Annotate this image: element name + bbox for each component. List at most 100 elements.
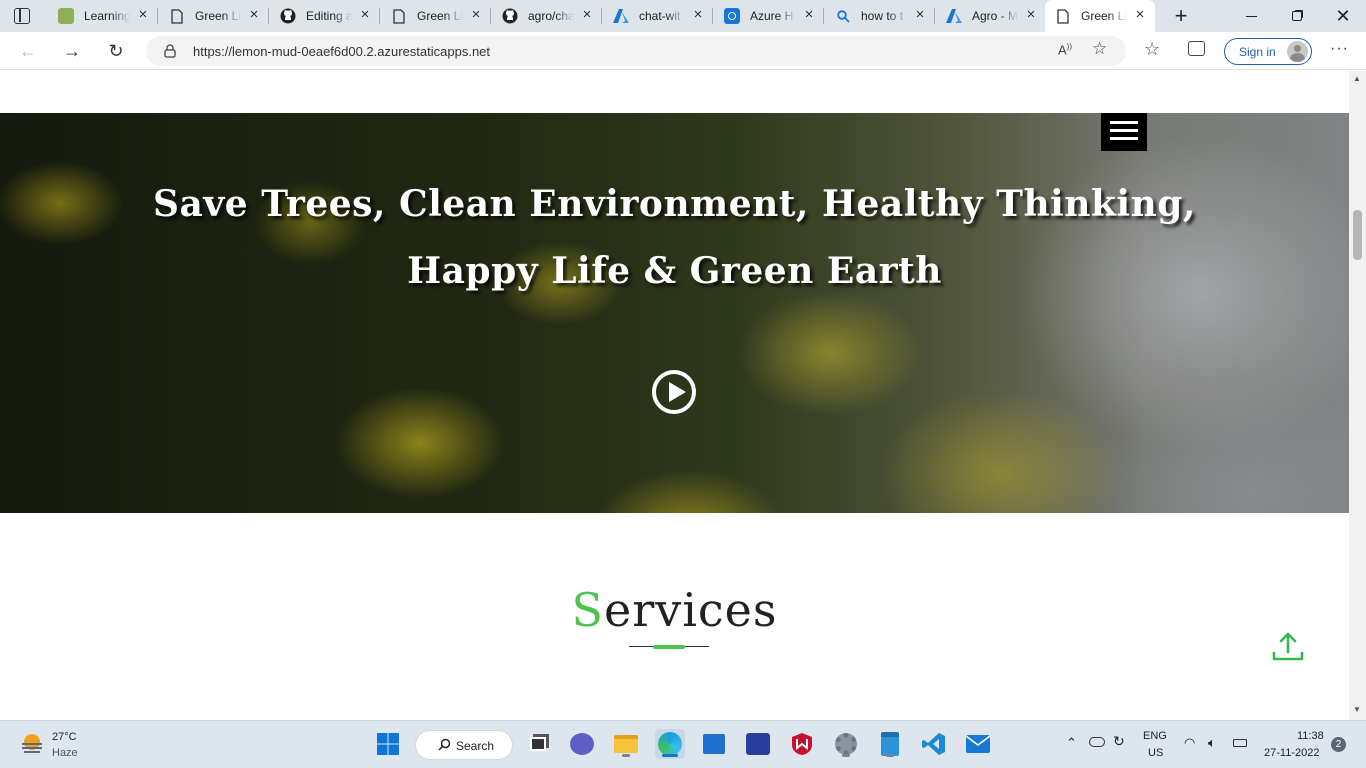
search-label: Search (456, 739, 495, 753)
tab-5[interactable]: agro/cha × (492, 0, 602, 32)
github-icon (502, 8, 518, 24)
close-tab-icon[interactable]: × (580, 7, 594, 22)
tab-actions-icon[interactable] (14, 8, 30, 24)
weather-widget[interactable] (20, 732, 44, 761)
tab-title: how to t (861, 9, 904, 23)
azure-icon (613, 8, 629, 24)
tab-title: chat-wit (639, 9, 681, 23)
play-icon[interactable] (652, 370, 696, 414)
scroll-up-arrow-icon[interactable]: ▲ (1353, 74, 1361, 83)
restore-button[interactable] (1274, 0, 1320, 32)
tab-title: Azure H (750, 9, 794, 23)
volume-icon[interactable]: 🔈︎ (1208, 735, 1216, 751)
heading-divider-accent (653, 645, 685, 649)
close-tab-icon[interactable]: × (247, 7, 261, 22)
weather-description: Haze (52, 747, 78, 759)
vscode-icon[interactable] (919, 729, 949, 759)
taskbar-search-box[interactable]: Search (415, 730, 513, 760)
tab-title: Green Li (417, 9, 463, 23)
language-indicator-bottom[interactable]: US (1148, 747, 1163, 759)
start-button[interactable] (373, 729, 403, 759)
sign-in-button[interactable]: Sign in (1224, 38, 1312, 65)
forward-button[interactable]: → (57, 36, 87, 66)
back-button[interactable]: ← (13, 36, 43, 66)
services-heading-accent: S (571, 583, 604, 637)
tab-10-active[interactable]: Green Li × (1045, 0, 1155, 32)
show-hidden-icons-chevron-icon[interactable]: ⌃ (1066, 735, 1077, 751)
close-tab-icon[interactable]: × (358, 7, 372, 22)
tab-2[interactable]: Green Li × (159, 0, 269, 32)
haze-weather-icon (22, 734, 42, 753)
tab-1[interactable]: Learning × (48, 0, 158, 32)
learning-favicon (58, 8, 74, 24)
close-window-button[interactable]: ✕ (1320, 0, 1366, 32)
clock-time[interactable]: 11:38 (1297, 730, 1324, 742)
tab-9[interactable]: Agro - M × (936, 0, 1046, 32)
mail-icon[interactable] (963, 729, 993, 759)
close-tab-icon[interactable]: × (1024, 7, 1038, 22)
url-text[interactable]: https://lemon-mud-0eaef6d00.2.azurestati… (193, 44, 490, 59)
tab-4[interactable]: Green Li × (381, 0, 491, 32)
file-explorer-icon[interactable] (611, 729, 641, 759)
weather-temperature: 27°C (52, 731, 77, 743)
github-icon (280, 8, 296, 24)
tab-title: Green Li (1081, 9, 1127, 23)
search-icon (438, 738, 451, 754)
close-tab-icon[interactable]: × (1133, 7, 1147, 22)
scroll-down-arrow-icon[interactable]: ▼ (1353, 705, 1361, 714)
tab-8[interactable]: how to t × (825, 0, 935, 32)
favorites-icon[interactable]: ☆ (1144, 39, 1160, 60)
address-bar[interactable]: https://lemon-mud-0eaef6d00.2.azurestati… (146, 36, 1126, 66)
edge-browser-icon[interactable] (655, 729, 685, 759)
clock-date[interactable]: 27-11-2022 (1264, 747, 1319, 759)
page-scrollbar[interactable]: ▲ ▼ (1349, 71, 1366, 720)
read-aloud-icon[interactable]: A)) (1058, 42, 1072, 57)
lock-icon[interactable] (164, 44, 176, 63)
microsoft-store-icon[interactable] (699, 729, 729, 759)
hamburger-menu-icon[interactable] (1101, 113, 1147, 151)
hero-headline-line-2: Happy Life & Green Earth (407, 250, 942, 292)
language-indicator-top[interactable]: ENG (1143, 730, 1167, 742)
sync-status-icon[interactable]: ↻ (1113, 733, 1125, 750)
scrollbar-thumb[interactable] (1353, 210, 1362, 260)
notification-count-badge[interactable]: 2 (1331, 737, 1346, 752)
tab-6[interactable]: chat-wit × (603, 0, 713, 32)
close-tab-icon[interactable]: × (469, 7, 483, 22)
tab-3[interactable]: Editing a × (270, 0, 380, 32)
page-icon (391, 8, 407, 24)
tab-title: Editing a (306, 9, 352, 23)
windows-logo-icon (377, 733, 399, 755)
tab-title: Learning (84, 9, 130, 23)
page-icon (169, 8, 185, 24)
add-favorite-icon[interactable]: ☆ (1092, 39, 1107, 59)
hero-overlay (0, 113, 1349, 513)
wifi-icon[interactable]: ◠ (1184, 735, 1195, 751)
search-icon (835, 8, 851, 24)
settings-gear-icon[interactable] (831, 729, 861, 759)
notepad-icon[interactable] (875, 729, 905, 759)
minimize-button[interactable] (1228, 0, 1274, 32)
close-tab-icon[interactable]: × (802, 7, 816, 22)
tab-7[interactable]: Azure H × (714, 0, 824, 32)
close-tab-icon[interactable]: × (691, 7, 705, 22)
onedrive-cloud-icon[interactable] (1089, 737, 1105, 747)
azure-icon (946, 8, 962, 24)
close-tab-icon[interactable]: × (913, 7, 927, 22)
teams-chat-icon[interactable] (567, 729, 597, 759)
power-automate-icon[interactable] (743, 729, 773, 759)
mcafee-icon[interactable] (787, 729, 817, 759)
azure-health-icon (724, 8, 740, 24)
tab-title: Agro - M (972, 9, 1018, 23)
services-heading: Services (0, 583, 1349, 637)
navigation-bar: ← → ↻ https://lemon-mud-0eaef6d00.2.azur… (0, 32, 1366, 70)
scroll-to-top-icon[interactable] (1271, 630, 1305, 664)
battery-icon[interactable] (1233, 739, 1247, 747)
close-tab-icon[interactable]: × (136, 7, 150, 22)
refresh-button[interactable]: ↻ (101, 36, 131, 66)
collections-icon[interactable] (1188, 41, 1205, 56)
new-tab-button[interactable]: + (1158, 0, 1204, 32)
windows-taskbar: 27°C Haze Search ⌃ ↻ ENG US ◠ 🔈︎ 11:38 2… (0, 720, 1366, 768)
task-view-icon[interactable] (523, 729, 553, 759)
avatar (1287, 41, 1308, 62)
more-menu-icon[interactable]: ··· (1330, 40, 1349, 58)
